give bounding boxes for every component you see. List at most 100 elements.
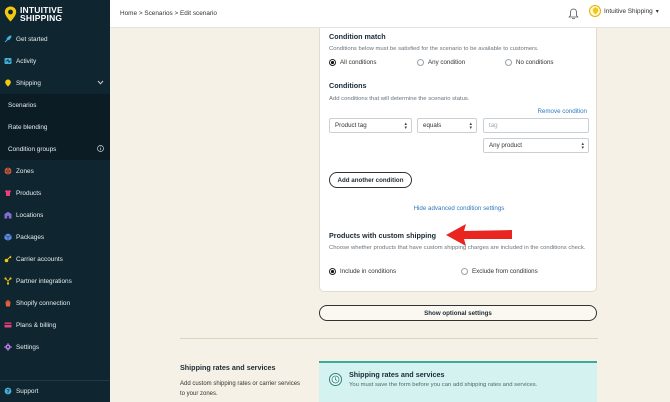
sidebar-item-label: Carrier accounts <box>16 255 63 263</box>
products-icon <box>4 189 12 197</box>
radio-label: Include in conditions <box>340 268 397 275</box>
condition-match-title: Condition match <box>329 32 386 41</box>
sidebar-item-label: Plans & billing <box>16 321 57 329</box>
custom-shipping-title: Products with custom shipping <box>329 231 437 240</box>
sidebar-nav: Get started Activity Shipping Scenarios … <box>0 28 110 358</box>
zones-icon <box>4 167 12 175</box>
sidebar-item-settings[interactable]: Settings <box>0 336 110 358</box>
account-name: Intuitive Shipping <box>604 7 653 15</box>
input-placeholder: tag <box>489 122 498 129</box>
condition-operator-select[interactable]: equals ▴ ▾ <box>417 118 477 133</box>
radio-any-condition[interactable]: Any condition <box>417 59 465 66</box>
app-logo[interactable]: INTUITIVE SHIPPING <box>0 0 110 28</box>
notice-text: You must save the form before you can ad… <box>349 382 538 388</box>
sidebar-item-carrier-accounts[interactable]: Carrier accounts <box>0 248 110 270</box>
sidebar-item-label: Locations <box>16 211 44 219</box>
sidebar-item-label: Shopify connection <box>16 299 71 307</box>
radio-label: Any condition <box>428 59 466 66</box>
sidebar: INTUITIVE SHIPPING Get started Activity … <box>0 0 110 402</box>
sidebar-item-label: Zones <box>16 167 34 175</box>
sidebar-item-activity[interactable]: Activity <box>0 50 110 72</box>
add-condition-button[interactable]: Add another condition <box>329 172 412 188</box>
radio-button[interactable] <box>329 59 336 66</box>
avatar <box>589 5 601 17</box>
radio-button[interactable] <box>329 268 336 275</box>
select-value: equals <box>423 122 442 129</box>
sidebar-item-condition-groups[interactable]: Condition groups <box>0 138 110 160</box>
condition-field-select[interactable]: Product tag ▴ ▾ <box>329 118 412 133</box>
conditions-title: Conditions <box>329 81 367 90</box>
shopify-icon <box>4 299 12 307</box>
condition-scope-select[interactable]: Any product ▴ ▾ <box>483 138 589 153</box>
sidebar-item-shopify-connection[interactable]: Shopify connection <box>0 292 110 314</box>
hide-advanced-settings-link[interactable]: Hide advanced condition settings <box>320 205 598 212</box>
radio-label: Exclude from conditions <box>472 268 538 275</box>
logo-pin-icon <box>4 6 17 22</box>
sidebar-item-get-started[interactable]: Get started <box>0 28 110 50</box>
sidebar-item-support[interactable]: ? Support <box>0 380 110 402</box>
sidebar-item-label: Condition groups <box>8 145 57 153</box>
radio-button[interactable] <box>505 59 512 66</box>
logo-line-2: SHIPPING <box>20 13 63 23</box>
sidebar-item-zones[interactable]: Zones <box>0 160 110 182</box>
radio-label: All conditions <box>340 59 377 66</box>
chevron-down-icon: ▾ <box>655 8 659 15</box>
rocket-icon <box>4 35 12 43</box>
sidebar-item-partner-integrations[interactable]: Partner integrations <box>0 270 110 292</box>
support-icon: ? <box>4 387 12 397</box>
notice-title: Shipping rates and services <box>349 370 445 379</box>
integrations-icon <box>4 277 12 285</box>
select-value: Any product <box>489 142 523 149</box>
logo-text: INTUITIVE SHIPPING <box>20 6 63 23</box>
account-menu[interactable]: Intuitive Shipping ▾ <box>589 5 659 17</box>
sidebar-item-label: Get started <box>16 35 48 43</box>
bell-icon[interactable] <box>568 8 579 20</box>
radio-label: No conditions <box>516 59 554 66</box>
sidebar-item-locations[interactable]: Locations <box>0 204 110 226</box>
conditions-help: Add conditions that will determine the s… <box>329 96 470 102</box>
sidebar-item-label: Settings <box>16 343 40 351</box>
sidebar-item-products[interactable]: Products <box>0 182 110 204</box>
breadcrumb[interactable]: Home > Scenarios > Edit scenario <box>120 10 217 17</box>
gear-icon <box>4 343 12 351</box>
chevron-down-icon[interactable] <box>97 80 104 87</box>
sidebar-item-label: Products <box>16 189 42 197</box>
sidebar-item-label: Shipping <box>16 79 41 87</box>
select-value: Product tag <box>335 122 367 129</box>
show-optional-settings-button[interactable]: Show optional settings <box>319 305 597 321</box>
radio-all-conditions[interactable]: All conditions <box>329 59 376 66</box>
radio-exclude-from-conditions[interactable]: Exclude from conditions <box>461 268 538 275</box>
sidebar-item-label: Packages <box>16 233 45 241</box>
clock-icon <box>329 373 342 386</box>
activity-icon <box>4 57 12 65</box>
rates-section-help: Add custom shipping rates or carrier ser… <box>180 381 301 397</box>
radio-button[interactable] <box>417 59 424 66</box>
sidebar-item-packages[interactable]: Packages <box>0 226 110 248</box>
top-bar: Home > Scenarios > Edit scenario Intuiti… <box>110 0 670 28</box>
remove-condition-link[interactable]: Remove condition <box>537 108 587 115</box>
sidebar-item-label: Scenarios <box>8 101 37 109</box>
select-caret-icon: ▴ ▾ <box>404 121 407 131</box>
sidebar-item-rate-blending[interactable]: Rate blending <box>0 116 110 138</box>
radio-no-conditions[interactable]: No conditions <box>505 59 554 66</box>
sidebar-item-label: Partner integrations <box>16 277 72 285</box>
radio-include-in-conditions[interactable]: Include in conditions <box>329 268 396 275</box>
annotation-arrow-icon <box>446 224 512 246</box>
info-icon[interactable] <box>97 144 104 154</box>
sidebar-item-label: Support <box>16 388 39 395</box>
select-caret-icon: ▴ ▾ <box>581 141 584 151</box>
section-divider <box>180 338 598 339</box>
sidebar-item-scenarios[interactable]: Scenarios <box>0 94 110 116</box>
select-caret-icon: ▴ ▾ <box>469 121 472 131</box>
rates-section-title: Shipping rates and services <box>180 363 276 372</box>
sidebar-item-label: Activity <box>16 57 37 65</box>
billing-icon <box>4 321 12 329</box>
key-icon <box>4 255 12 263</box>
condition-value-input[interactable]: tag <box>483 118 589 133</box>
locations-icon <box>4 211 12 219</box>
packages-icon <box>4 233 12 241</box>
sidebar-item-plans-billing[interactable]: Plans & billing <box>0 314 110 336</box>
radio-button[interactable] <box>461 268 468 275</box>
scenario-conditions-card: Condition match Conditions below must be… <box>319 28 597 292</box>
sidebar-item-shipping[interactable]: Shipping <box>0 72 110 94</box>
